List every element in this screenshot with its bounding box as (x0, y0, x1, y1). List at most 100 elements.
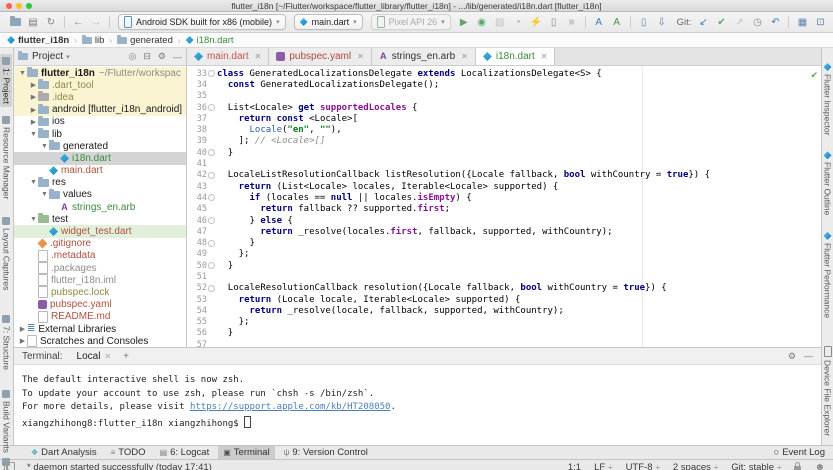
status-widget-git-stable[interactable]: Git: stable ÷ (731, 462, 781, 470)
editor-tab-main-dart[interactable]: main.dart ✕ (186, 48, 270, 65)
stripe-item-resource-manager[interactable]: Resource Manager (0, 113, 12, 202)
tree-item[interactable]: ▶ android [flutter_i18n_android] (13, 103, 186, 116)
tree-item[interactable]: i18n.dart (13, 152, 186, 165)
tree-item[interactable]: flutter_i18n.iml (14, 274, 186, 287)
forward-icon[interactable]: → (88, 14, 104, 30)
tool-window-button-9-version-control[interactable]: ψ 9: Version Control (279, 446, 373, 459)
tree-item[interactable]: README.md (14, 310, 186, 323)
tool-window-button-terminal[interactable]: ▣ Terminal (218, 446, 275, 459)
stripe-item-flutter-outline[interactable]: Flutter Outline (822, 148, 833, 218)
dropdown-arrows-icon: ÷ (655, 462, 660, 470)
terminal-tab-local[interactable]: Local ✕ (73, 351, 116, 362)
tree-item[interactable]: ▶ .dart_tool (13, 79, 186, 92)
git-update-icon[interactable]: ↙ (695, 14, 711, 30)
code-editor[interactable]: 33 class GeneratedLocalizationsDelegate e… (187, 66, 821, 347)
close-icon[interactable]: ✕ (357, 52, 364, 61)
editor-tab-pubspec-yaml[interactable]: pubspec.yaml ✕ (269, 48, 372, 65)
close-icon[interactable]: ✕ (255, 52, 262, 61)
terminal-hide-icon[interactable]: — (804, 351, 813, 362)
sync-icon[interactable]: ↻ (43, 14, 59, 30)
locate-file-icon[interactable]: ◎ (128, 51, 136, 62)
tree-item[interactable]: pubspec.lock (14, 286, 186, 299)
tree-item[interactable]: ▼ flutter_i18n ~/Flutter/workspac (13, 67, 186, 80)
tree-item[interactable]: ▶ Scratches and Consoles (14, 335, 186, 347)
device-explorer-icon[interactable]: ▯ (636, 14, 652, 30)
tree-item[interactable]: ▼ values (14, 188, 186, 201)
tool-window-button-todo[interactable]: ≡ TODO (106, 446, 151, 459)
breadcrumb-item[interactable]: generated (117, 34, 173, 46)
stripe-item-flutter-inspector[interactable]: Flutter Inspector (822, 60, 833, 138)
run-config-selector[interactable]: main.dart ▾ (293, 14, 363, 30)
tree-item[interactable]: ▶ ≣ External Libraries (14, 323, 186, 335)
stripe-item-layout-captures[interactable]: Layout Captures (0, 214, 12, 293)
status-widget-label: LF (594, 461, 606, 470)
editor-tab-i18n-dart[interactable]: i18n.dart ✕ (475, 48, 556, 65)
back-icon[interactable]: ← (70, 14, 86, 30)
stripe-item-7-structure[interactable]: 7: Structure (0, 312, 12, 373)
tree-item[interactable]: widget_test.dart (13, 225, 186, 238)
project-structure-icon[interactable]: ▦ (794, 14, 810, 30)
tree-item[interactable]: pubspec.yaml (14, 299, 186, 311)
stripe-item-build-variants[interactable]: Build Variants (0, 387, 12, 456)
highlighting-level-icon[interactable]: ☻ (814, 462, 825, 470)
tree-item[interactable]: ▼ generated (14, 140, 186, 152)
git-push-icon[interactable]: ↗ (731, 14, 747, 30)
terminal-output[interactable]: The default interactive shell is now zsh… (14, 365, 821, 445)
collapse-all-icon[interactable]: ⊟ (143, 51, 151, 62)
lock-icon[interactable] (794, 462, 802, 470)
attach-debugger-icon[interactable]: A (591, 14, 607, 30)
stripe-item-1-project[interactable]: 1: Project (0, 54, 13, 107)
editor-tab-strings-en-arb[interactable]: Astrings_en.arb ✕ (371, 48, 476, 65)
stripe-item-flutter-performance[interactable]: Flutter Performance (822, 229, 833, 321)
tree-item[interactable]: ▶ .idea (13, 91, 186, 104)
target-selector[interactable]: Pixel API 26 ▾ (370, 14, 451, 30)
status-widget-lf[interactable]: LF ÷ (594, 462, 612, 470)
tool-window-toggle-icon[interactable] (4, 461, 15, 470)
close-icon[interactable]: ✕ (461, 52, 468, 61)
tree-item[interactable]: .packages (14, 262, 186, 275)
apply-changes-icon[interactable]: ⚡ (528, 14, 544, 30)
run-icon[interactable]: ▶ (456, 14, 472, 30)
close-icon[interactable]: ✕ (104, 352, 111, 361)
terminal-settings-gear-icon[interactable]: ⚙ (788, 351, 796, 362)
tree-item[interactable]: .gitignore (14, 238, 186, 250)
profiler-icon[interactable]: ◔ (510, 14, 526, 30)
save-icon[interactable]: ▤ (25, 14, 41, 30)
close-icon[interactable]: ✕ (541, 52, 548, 61)
tool-window-button-6-logcat[interactable]: ▤ 6: Logcat (155, 446, 215, 459)
chevron-down-icon[interactable]: ▾ (66, 53, 70, 61)
layout-inspector-icon[interactable]: ▯ (546, 14, 562, 30)
stripe-item-device-file-explorer[interactable]: Device File Explorer (822, 343, 833, 439)
hide-panel-icon[interactable]: — (173, 52, 182, 62)
debug-icon[interactable]: ◉ (474, 14, 490, 30)
git-history-icon[interactable]: ◷ (749, 14, 765, 30)
terminal-link[interactable]: https://support.apple.com/kb/HT208050 (190, 402, 390, 412)
settings-gear-icon[interactable]: ⚙ (158, 51, 166, 62)
tree-item[interactable]: ▼ res (14, 176, 186, 189)
line-number: 54 (196, 305, 207, 316)
event-log-button[interactable]: ○ Event Log (773, 447, 825, 458)
stop-icon[interactable]: ■ (564, 14, 580, 30)
tool-window-button-dart-analysis[interactable]: ❖ Dart Analysis (26, 446, 102, 459)
status-widget-utf-8[interactable]: UTF-8 ÷ (626, 462, 660, 470)
sdk-manager-icon[interactable]: ⊡ (812, 14, 828, 30)
breadcrumb-item[interactable]: i18n.dart (185, 35, 234, 46)
git-rollback-icon[interactable]: ↶ (767, 14, 783, 30)
coverage-icon[interactable]: ▧ (492, 14, 508, 30)
tree-item[interactable]: ▼ test (14, 213, 186, 225)
tree-item[interactable]: ▼ lib (14, 128, 186, 140)
tree-item[interactable]: ▶ ios (14, 115, 186, 128)
tree-item[interactable]: main.dart (14, 165, 186, 177)
breadcrumb-item[interactable]: lib (81, 34, 104, 46)
git-commit-icon[interactable]: ✔ (713, 14, 729, 30)
breadcrumb-item[interactable]: flutter_i18n (7, 35, 69, 46)
tree-item[interactable]: .metadata (14, 249, 186, 262)
sync-project-icon[interactable]: ⇩ (654, 14, 670, 30)
new-terminal-session-button[interactable]: + (123, 351, 129, 362)
device-selector[interactable]: Android SDK built for x86 (mobile) ▾ (118, 14, 286, 30)
attach-flutter-debugger-icon[interactable]: A (609, 14, 625, 30)
status-widget-2-spaces[interactable]: 2 spaces ÷ (673, 462, 718, 470)
open-icon[interactable] (7, 14, 23, 30)
status-widget-1-1[interactable]: 1:1 (568, 462, 581, 470)
tree-item[interactable]: Astrings_en.arb (14, 201, 186, 213)
